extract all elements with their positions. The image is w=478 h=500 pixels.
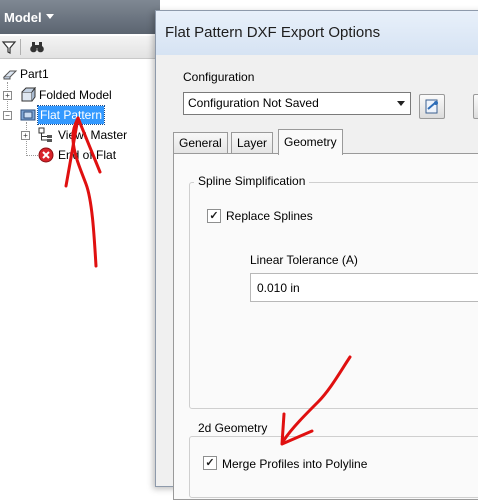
tab-general-label: General [179,136,222,150]
merge-profiles-checkbox[interactable]: ✓ [203,456,217,470]
end-of-part-icon [38,147,54,163]
folded-model-icon [21,87,36,102]
spline-group-title: Spline Simplification [194,174,310,188]
part-icon [2,70,18,80]
tab-geometry[interactable]: Geometry [278,129,343,155]
browser-toolbar [0,36,160,59]
binoculars-icon[interactable] [29,39,45,55]
browser-title: Model [4,10,42,25]
load-configuration-button[interactable] [473,94,478,119]
tree-label-part: Part1 [20,67,49,81]
filter-icon[interactable] [1,39,17,55]
replace-splines-checkbox[interactable]: ✓ [207,209,221,223]
save-configuration-button[interactable] [419,94,445,119]
collapse-icon[interactable]: − [3,111,12,120]
view-rep-icon [38,127,52,142]
save-config-icon [425,99,438,114]
toolbar-separator [20,39,21,55]
linear-tolerance-input[interactable]: 0.010 in [250,273,478,302]
configuration-label: Configuration [183,70,255,84]
replace-splines-label[interactable]: Replace Splines [226,209,313,223]
configuration-value: Configuration Not Saved [188,96,319,110]
tree-item-view[interactable]: + View: Master [0,126,160,144]
linear-tolerance-value: 0.010 in [257,281,300,295]
tree-item-end-of-flat[interactable]: End of Flat [0,146,160,164]
tab-layer[interactable]: Layer [231,132,274,154]
dialog-title: Flat Pattern DXF Export Options [165,24,381,41]
model-browser: Model Part1 + Folded Model − Flat Patter… [0,0,160,478]
expand-icon[interactable]: + [21,131,30,140]
tab-layer-label: Layer [237,136,268,150]
tab-geometry-label: Geometry [284,135,337,149]
chevron-down-icon[interactable] [46,14,54,19]
dxf-export-dialog: Flat Pattern DXF Export Options Configur… [155,10,478,500]
tree-label-flat-pattern: Flat Pattern [36,105,106,125]
tree-item-part[interactable]: Part1 [0,65,160,83]
flat-pattern-icon [20,109,36,121]
tree-item-folded-model[interactable]: + Folded Model [0,86,160,104]
chevron-down-icon[interactable] [397,101,405,106]
tab-general[interactable]: General [173,132,228,154]
linear-tolerance-label: Linear Tolerance (A) [250,253,358,267]
expand-icon[interactable]: + [3,91,12,100]
tree-label-end-of-flat: End of Flat [58,148,117,162]
browser-header[interactable]: Model [0,0,160,34]
tree-label-folded-model: Folded Model [39,88,112,102]
tree-item-flat-pattern[interactable]: − Flat Pattern [0,105,160,125]
merge-profiles-label[interactable]: Merge Profiles into Polyline [222,457,367,471]
configuration-select[interactable]: Configuration Not Saved [183,92,411,115]
dialog-titlebar[interactable]: Flat Pattern DXF Export Options [156,11,478,55]
2d-geometry-group-title: 2d Geometry [194,421,272,435]
tree-label-view: View: Master [58,128,128,142]
